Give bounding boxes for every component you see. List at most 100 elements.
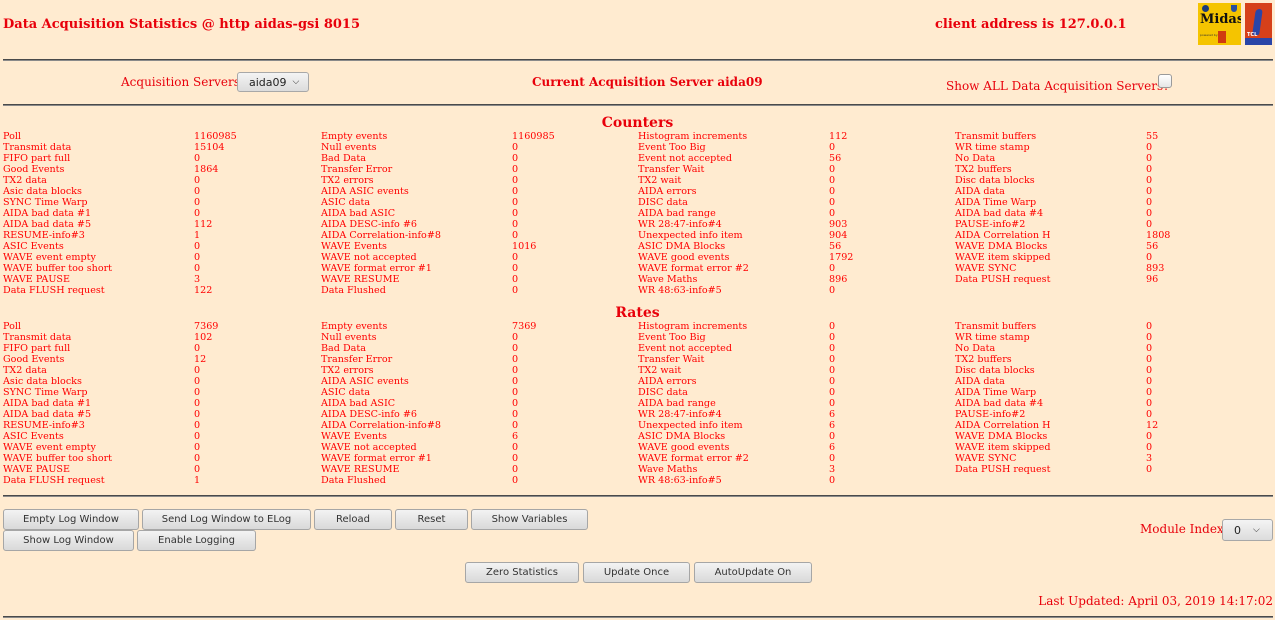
reset-button[interactable]: Reset (395, 509, 468, 530)
stat-value: 0 (829, 376, 836, 387)
stat-value: 0 (1146, 431, 1153, 442)
stat-value: 0 (829, 164, 836, 175)
stat-value: 0 (512, 332, 519, 343)
stat-value: 1792 (829, 252, 854, 263)
stat-label: AIDA Correlation H (955, 230, 1051, 241)
stat-value: 1808 (1146, 230, 1171, 241)
stat-label: AIDA bad data #4 (955, 398, 1044, 409)
acquisition-server-select[interactable]: aida09 ⌵ (237, 72, 309, 92)
stat-label: ASIC data (321, 387, 371, 398)
stat-value: 0 (512, 464, 519, 475)
stat-label: WR 28:47-info#4 (638, 409, 722, 420)
stat-label: Transfer Wait (638, 164, 705, 175)
stat-value: 0 (829, 431, 836, 442)
stat-value: 0 (194, 197, 201, 208)
show-variables-button[interactable]: Show Variables (471, 509, 588, 530)
stat-label: WAVE not accepted (321, 252, 417, 263)
stat-label: AIDA bad data #5 (3, 409, 92, 420)
counters-title: Counters (601, 115, 674, 131)
stat-value: 0 (1146, 376, 1153, 387)
stat-label: WAVE DMA Blocks (955, 431, 1048, 442)
stat-label: AIDA data (955, 186, 1005, 197)
send-log-to-elog-button[interactable]: Send Log Window to ELog (142, 509, 311, 530)
stat-label: Transfer Error (321, 164, 393, 175)
last-updated-status: Last Updated: April 03, 2019 14:17:02 (1038, 594, 1273, 608)
stat-value: 1160985 (194, 131, 237, 142)
stat-label: WAVE RESUME (321, 464, 400, 475)
stat-label: AIDA bad data #1 (3, 398, 92, 409)
stat-label: AIDA bad range (638, 208, 716, 219)
stat-value: 112 (194, 219, 213, 230)
stat-value: 0 (829, 365, 836, 376)
stat-label: Data Flushed (321, 285, 386, 296)
stat-value: 0 (194, 263, 201, 274)
current-server-label: Current Acquisition Server aida09 (532, 75, 763, 89)
enable-logging-button[interactable]: Enable Logging (137, 530, 256, 551)
stat-label: WAVE buffer too short (3, 453, 113, 464)
stat-label: WR time stamp (955, 332, 1030, 343)
stat-value: 0 (1146, 197, 1153, 208)
stat-value: 904 (829, 230, 848, 241)
stat-value: 0 (512, 420, 519, 431)
stat-label: Transmit data (3, 332, 72, 343)
stat-value: 0 (829, 142, 836, 153)
stat-value: 0 (829, 453, 836, 464)
stat-value: 0 (512, 219, 519, 230)
stat-value: 0 (194, 442, 201, 453)
stat-label: Bad Data (321, 343, 366, 354)
stat-value: 0 (512, 274, 519, 285)
stat-label: WR time stamp (955, 142, 1030, 153)
stat-label: WAVE event empty (3, 442, 96, 453)
stat-label: RESUME-info#3 (3, 420, 85, 431)
stat-label: Wave Maths (638, 274, 698, 285)
stat-label: TX2 data (3, 175, 47, 186)
stat-label: DISC data (638, 387, 688, 398)
stat-label: Bad Data (321, 153, 366, 164)
stat-value: 0 (194, 241, 201, 252)
stat-label: FIFO part full (3, 153, 71, 164)
stat-label: Transmit buffers (955, 321, 1037, 332)
stat-value: 0 (512, 442, 519, 453)
midas-logo-text: Midas (1200, 12, 1241, 27)
chevron-down-icon: ⌵ (1253, 525, 1260, 535)
stat-label: Asic data blocks (3, 376, 82, 387)
stat-value: 0 (1146, 398, 1153, 409)
stat-label: FIFO part full (3, 343, 71, 354)
stat-label: TX2 buffers (955, 354, 1012, 365)
stat-label: WR 48:63-info#5 (638, 475, 722, 486)
stat-value: 56 (829, 153, 842, 164)
stat-value: 6 (512, 431, 519, 442)
stat-label: ASIC DMA Blocks (638, 431, 726, 442)
stat-value: 56 (829, 241, 842, 252)
module-index-select[interactable]: 0 ⌵ (1222, 519, 1273, 541)
stat-value: 0 (194, 420, 201, 431)
stat-label: WAVE format error #2 (638, 263, 749, 274)
show-log-window-button[interactable]: Show Log Window (3, 530, 134, 551)
stat-value: 0 (194, 153, 201, 164)
stat-label: WAVE format error #2 (638, 453, 749, 464)
update-once-button[interactable]: Update Once (583, 562, 690, 583)
reload-button[interactable]: Reload (314, 509, 392, 530)
stat-value: 0 (512, 164, 519, 175)
divider (3, 59, 1273, 61)
empty-log-window-button[interactable]: Empty Log Window (3, 509, 139, 530)
stat-value: 0 (829, 321, 836, 332)
stat-label: Disc data blocks (955, 175, 1035, 186)
zero-statistics-button[interactable]: Zero Statistics (465, 562, 579, 583)
stat-label: Transmit data (3, 142, 72, 153)
stat-label: Asic data blocks (3, 186, 82, 197)
stat-label: WAVE format error #1 (321, 263, 432, 274)
stat-label: No Data (955, 153, 996, 164)
stat-value: 12 (1146, 420, 1159, 431)
stat-value: 0 (512, 285, 519, 296)
stat-value: 0 (194, 175, 201, 186)
autoupdate-button[interactable]: AutoUpdate On (694, 562, 812, 583)
show-all-servers-checkbox[interactable] (1158, 74, 1172, 88)
stat-label: Transfer Error (321, 354, 393, 365)
stat-label: TX2 wait (638, 175, 682, 186)
stat-value: 0 (1146, 365, 1153, 376)
stat-value: 903 (829, 219, 848, 230)
module-index-value: 0 (1234, 523, 1241, 537)
stat-value: 0 (194, 453, 201, 464)
stat-value: 0 (1146, 343, 1153, 354)
